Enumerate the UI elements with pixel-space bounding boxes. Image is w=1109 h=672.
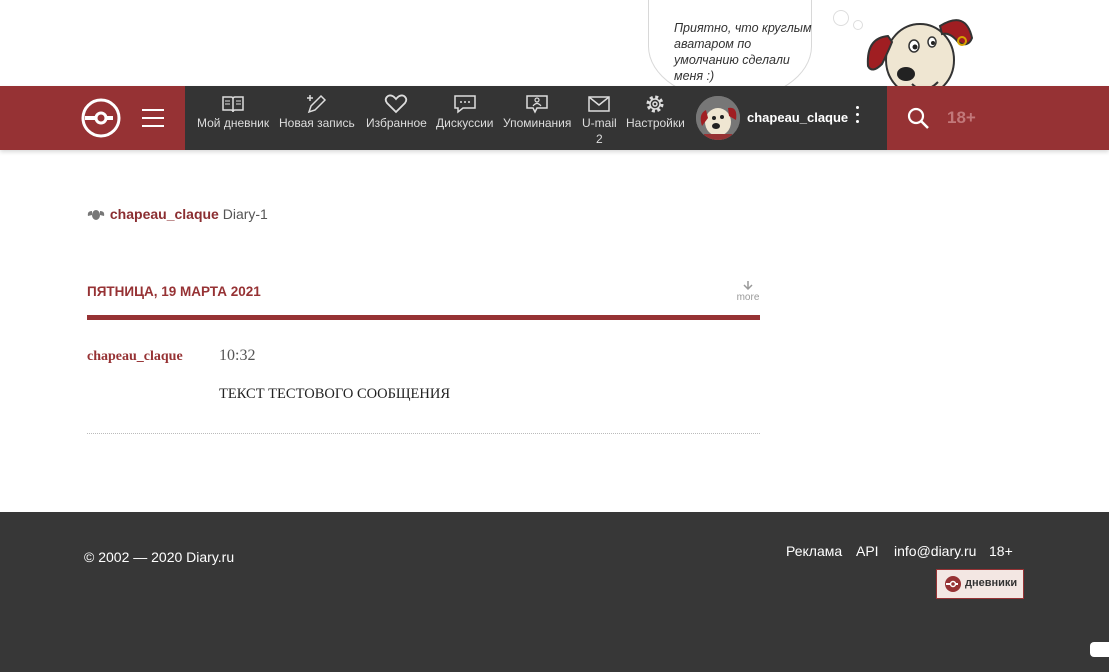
diaries-badge[interactable]: дневники	[936, 569, 1024, 599]
day-title: ПЯТНИЦА, 19 МАРТА 2021	[87, 284, 261, 299]
nav-label: Новая запись	[279, 116, 355, 130]
dog-head-icon	[87, 210, 105, 220]
footer-link-ads[interactable]: Реклама	[786, 543, 842, 559]
badge-label: дневники	[965, 577, 1018, 589]
nav-label: Мой дневник	[197, 116, 270, 130]
site-logo-small-icon	[945, 576, 961, 592]
nav-discussions[interactable]: Дискуссии	[436, 94, 494, 130]
main-nav: Мой дневник Новая запись Избранное Диску…	[185, 86, 887, 150]
pen-icon	[306, 94, 326, 114]
avatar-dog-icon	[696, 96, 740, 140]
heart-icon	[385, 94, 408, 114]
chat-icon	[454, 95, 476, 114]
download-arrow-icon	[743, 281, 753, 291]
more-button[interactable]: more	[734, 281, 762, 303]
more-menu-button[interactable]	[855, 106, 861, 128]
dot-icon	[856, 106, 859, 109]
breadcrumb-diary-link[interactable]: Diary-1	[223, 206, 268, 222]
search-icon[interactable]	[906, 106, 930, 130]
mention-icon	[526, 95, 548, 114]
book-icon	[222, 96, 244, 113]
nav-mentions[interactable]: Упоминания	[503, 94, 571, 130]
thought-circle-large	[833, 10, 849, 26]
burger-line-icon	[142, 109, 164, 111]
burger-line-icon	[142, 125, 164, 127]
post-body: ТЕКСТ ТЕСТОВОГО СООБЩЕНИЯ	[219, 386, 451, 402]
breadcrumb-user-link[interactable]: chapeau_claque	[110, 206, 219, 222]
nav-label: Дискуссии	[436, 116, 494, 130]
day-divider	[87, 315, 760, 320]
nav-my-diary[interactable]: Мой дневник	[197, 94, 269, 130]
nav-label: Избранное	[366, 116, 427, 130]
post-time: 10:32	[219, 347, 256, 364]
age-rating[interactable]: 18+	[947, 108, 976, 128]
footer-link-age[interactable]: 18+	[989, 543, 1013, 559]
post-separator	[87, 433, 760, 434]
gear-icon	[646, 95, 664, 113]
footer-link-email[interactable]: info@diary.ru	[894, 543, 976, 559]
speech-bubble-text: Приятно, что круглым аватаром по умолчан…	[674, 21, 812, 83]
more-label: more	[736, 292, 760, 303]
nav-label: U-mail	[582, 116, 617, 130]
dot-icon	[856, 120, 859, 123]
nav-label: Настройки	[626, 116, 685, 130]
top-header: Мой дневник Новая запись Избранное Диску…	[0, 86, 1109, 150]
dot-icon	[856, 113, 859, 116]
post-author[interactable]: chapeau_claque	[87, 346, 183, 367]
nav-label: Упоминания	[503, 116, 572, 130]
nav-umail[interactable]: U-mail 2	[582, 94, 617, 146]
nav-new-post[interactable]: Новая запись	[279, 94, 355, 130]
nav-settings[interactable]: Настройки	[626, 94, 685, 130]
nav-favorites[interactable]: Избранное	[366, 94, 427, 130]
avatar[interactable]	[696, 96, 740, 140]
menu-button[interactable]	[142, 109, 164, 127]
umail-count: 2	[595, 132, 603, 146]
footer: © 2002 — 2020 Diary.ru Реклама API info@…	[0, 512, 1109, 672]
nav-username[interactable]: chapeau_claque	[747, 110, 848, 125]
footer-link-api[interactable]: API	[856, 543, 879, 559]
mail-icon	[588, 96, 611, 112]
site-logo-icon[interactable]	[81, 98, 121, 138]
copyright: © 2002 — 2020 Diary.ru	[84, 549, 235, 565]
corner-tab[interactable]	[1090, 642, 1109, 657]
breadcrumb: chapeau_claque Diary-1	[86, 206, 268, 222]
burger-line-icon	[142, 117, 164, 119]
